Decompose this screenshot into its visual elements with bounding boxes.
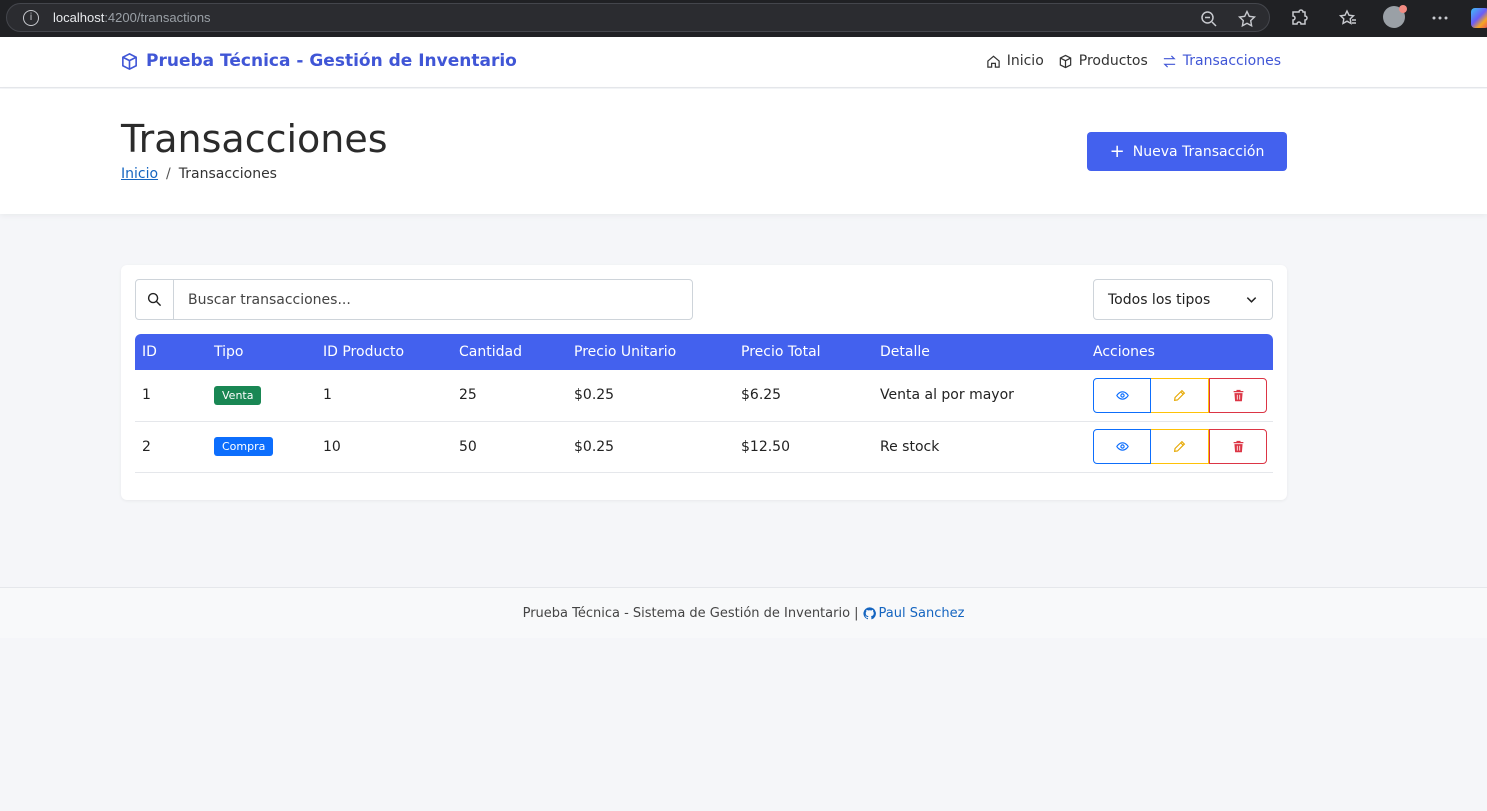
site-info-icon[interactable]: i <box>23 10 39 26</box>
table-row: 1 Venta 1 25 $0.25 $6.25 Venta al por ma… <box>135 370 1273 422</box>
cell-precio-unitario: $0.25 <box>567 370 734 422</box>
pencil-icon <box>1173 440 1186 453</box>
home-icon <box>986 55 1000 68</box>
new-transaction-label: Nueva Transacción <box>1132 143 1265 160</box>
cell-cantidad: 50 <box>452 421 567 473</box>
table-row: 2 Compra 10 50 $0.25 $12.50 Re stock <box>135 421 1273 473</box>
column-header-detalle[interactable]: Detalle <box>873 334 1086 370</box>
eye-icon <box>1115 442 1129 451</box>
footer-text: Prueba Técnica - Sistema de Gestión de I… <box>522 605 859 621</box>
trash-icon <box>1233 389 1243 401</box>
transactions-table: ID Tipo ID Producto Cantidad Precio Unit… <box>135 334 1273 473</box>
transactions-card: Todos los tipos ID Tipo ID Producto Cant… <box>121 265 1287 500</box>
cell-id-producto: 1 <box>316 370 452 422</box>
cell-precio-total: $6.25 <box>734 370 873 422</box>
delete-button[interactable] <box>1209 429 1267 464</box>
cell-precio-unitario: $0.25 <box>567 421 734 473</box>
type-filter-value: Todos los tipos <box>1108 291 1211 308</box>
view-button[interactable] <box>1093 377 1151 413</box>
search-icon <box>136 280 174 319</box>
browser-toolbar: i localhost:4200/transactions <box>0 0 1487 37</box>
breadcrumb-home-link[interactable]: Inicio <box>121 166 158 182</box>
search-group <box>135 279 693 320</box>
favorites-icon[interactable] <box>1338 8 1358 28</box>
author-link[interactable]: Paul Sanchez <box>862 605 965 621</box>
column-header-id-producto[interactable]: ID Producto <box>316 334 452 370</box>
url-text[interactable]: localhost:4200/transactions <box>53 10 211 25</box>
breadcrumb: Inicio / Transacciones <box>121 166 277 182</box>
view-button[interactable] <box>1093 429 1151 464</box>
cell-id-producto: 10 <box>316 421 452 473</box>
cell-precio-total: $12.50 <box>734 421 873 473</box>
column-header-tipo[interactable]: Tipo <box>207 334 316 370</box>
type-badge-venta: Venta <box>214 385 262 405</box>
type-badge-compra: Compra <box>214 437 274 456</box>
nav-links: Inicio Productos Transacciones <box>986 53 1281 69</box>
column-header-cantidad[interactable]: Cantidad <box>452 334 567 370</box>
row-actions <box>1093 377 1273 413</box>
type-filter-select[interactable]: Todos los tipos <box>1093 279 1273 320</box>
breadcrumb-separator: / <box>166 166 171 182</box>
app-navbar: Prueba Técnica - Gestión de Inventario I… <box>0 37 1487 88</box>
github-icon <box>862 606 876 619</box>
cell-cantidad: 25 <box>452 370 567 422</box>
column-header-acciones: Acciones <box>1086 334 1273 370</box>
nav-link-label: Inicio <box>1006 53 1044 69</box>
author-name: Paul Sanchez <box>878 605 965 621</box>
extensions-icon[interactable] <box>1289 8 1309 28</box>
column-header-precio-unitario[interactable]: Precio Unitario <box>567 334 734 370</box>
search-input[interactable] <box>174 280 692 319</box>
box-icon <box>1059 54 1072 68</box>
swap-icon <box>1163 54 1176 68</box>
column-header-id[interactable]: ID <box>135 334 207 370</box>
delete-button[interactable] <box>1209 377 1267 413</box>
brand-title: Prueba Técnica - Gestión de Inventario <box>146 51 517 71</box>
favorite-star-icon[interactable] <box>1237 9 1257 29</box>
more-menu-icon[interactable] <box>1430 8 1450 28</box>
address-bar[interactable]: i localhost:4200/transactions <box>6 3 1270 32</box>
breadcrumb-current: Transacciones <box>178 166 277 182</box>
trash-icon <box>1233 440 1243 453</box>
row-actions <box>1093 429 1273 464</box>
nav-link-transacciones[interactable]: Transacciones <box>1162 53 1281 69</box>
chevron-down-icon <box>1246 297 1257 303</box>
plus-icon: + <box>1109 140 1125 162</box>
notification-dot <box>1399 5 1407 13</box>
cell-id: 2 <box>135 421 207 473</box>
edit-button[interactable] <box>1151 429 1209 464</box>
pencil-icon <box>1173 389 1186 401</box>
page-title: Transacciones <box>121 117 388 161</box>
cell-detalle: Venta al por mayor <box>873 370 1086 422</box>
box-icon <box>122 52 137 70</box>
column-header-precio-total[interactable]: Precio Total <box>734 334 873 370</box>
brand-link[interactable]: Prueba Técnica - Gestión de Inventario <box>120 51 517 71</box>
zoom-out-icon[interactable] <box>1199 9 1219 29</box>
eye-icon <box>1115 391 1129 400</box>
edit-button[interactable] <box>1151 377 1209 413</box>
page-header: Transacciones Inicio / Transacciones + N… <box>0 89 1487 214</box>
nav-link-label: Productos <box>1078 53 1148 69</box>
cell-id: 1 <box>135 370 207 422</box>
cell-detalle: Re stock <box>873 421 1086 473</box>
copilot-icon[interactable] <box>1471 8 1487 28</box>
nav-link-label: Transacciones <box>1182 53 1281 69</box>
page-footer: Prueba Técnica - Sistema de Gestión de I… <box>0 587 1487 638</box>
new-transaction-button[interactable]: + Nueva Transacción <box>1087 132 1287 171</box>
nav-link-inicio[interactable]: Inicio <box>986 53 1044 69</box>
nav-link-productos[interactable]: Productos <box>1058 53 1148 69</box>
table-header-row: ID Tipo ID Producto Cantidad Precio Unit… <box>135 334 1273 370</box>
